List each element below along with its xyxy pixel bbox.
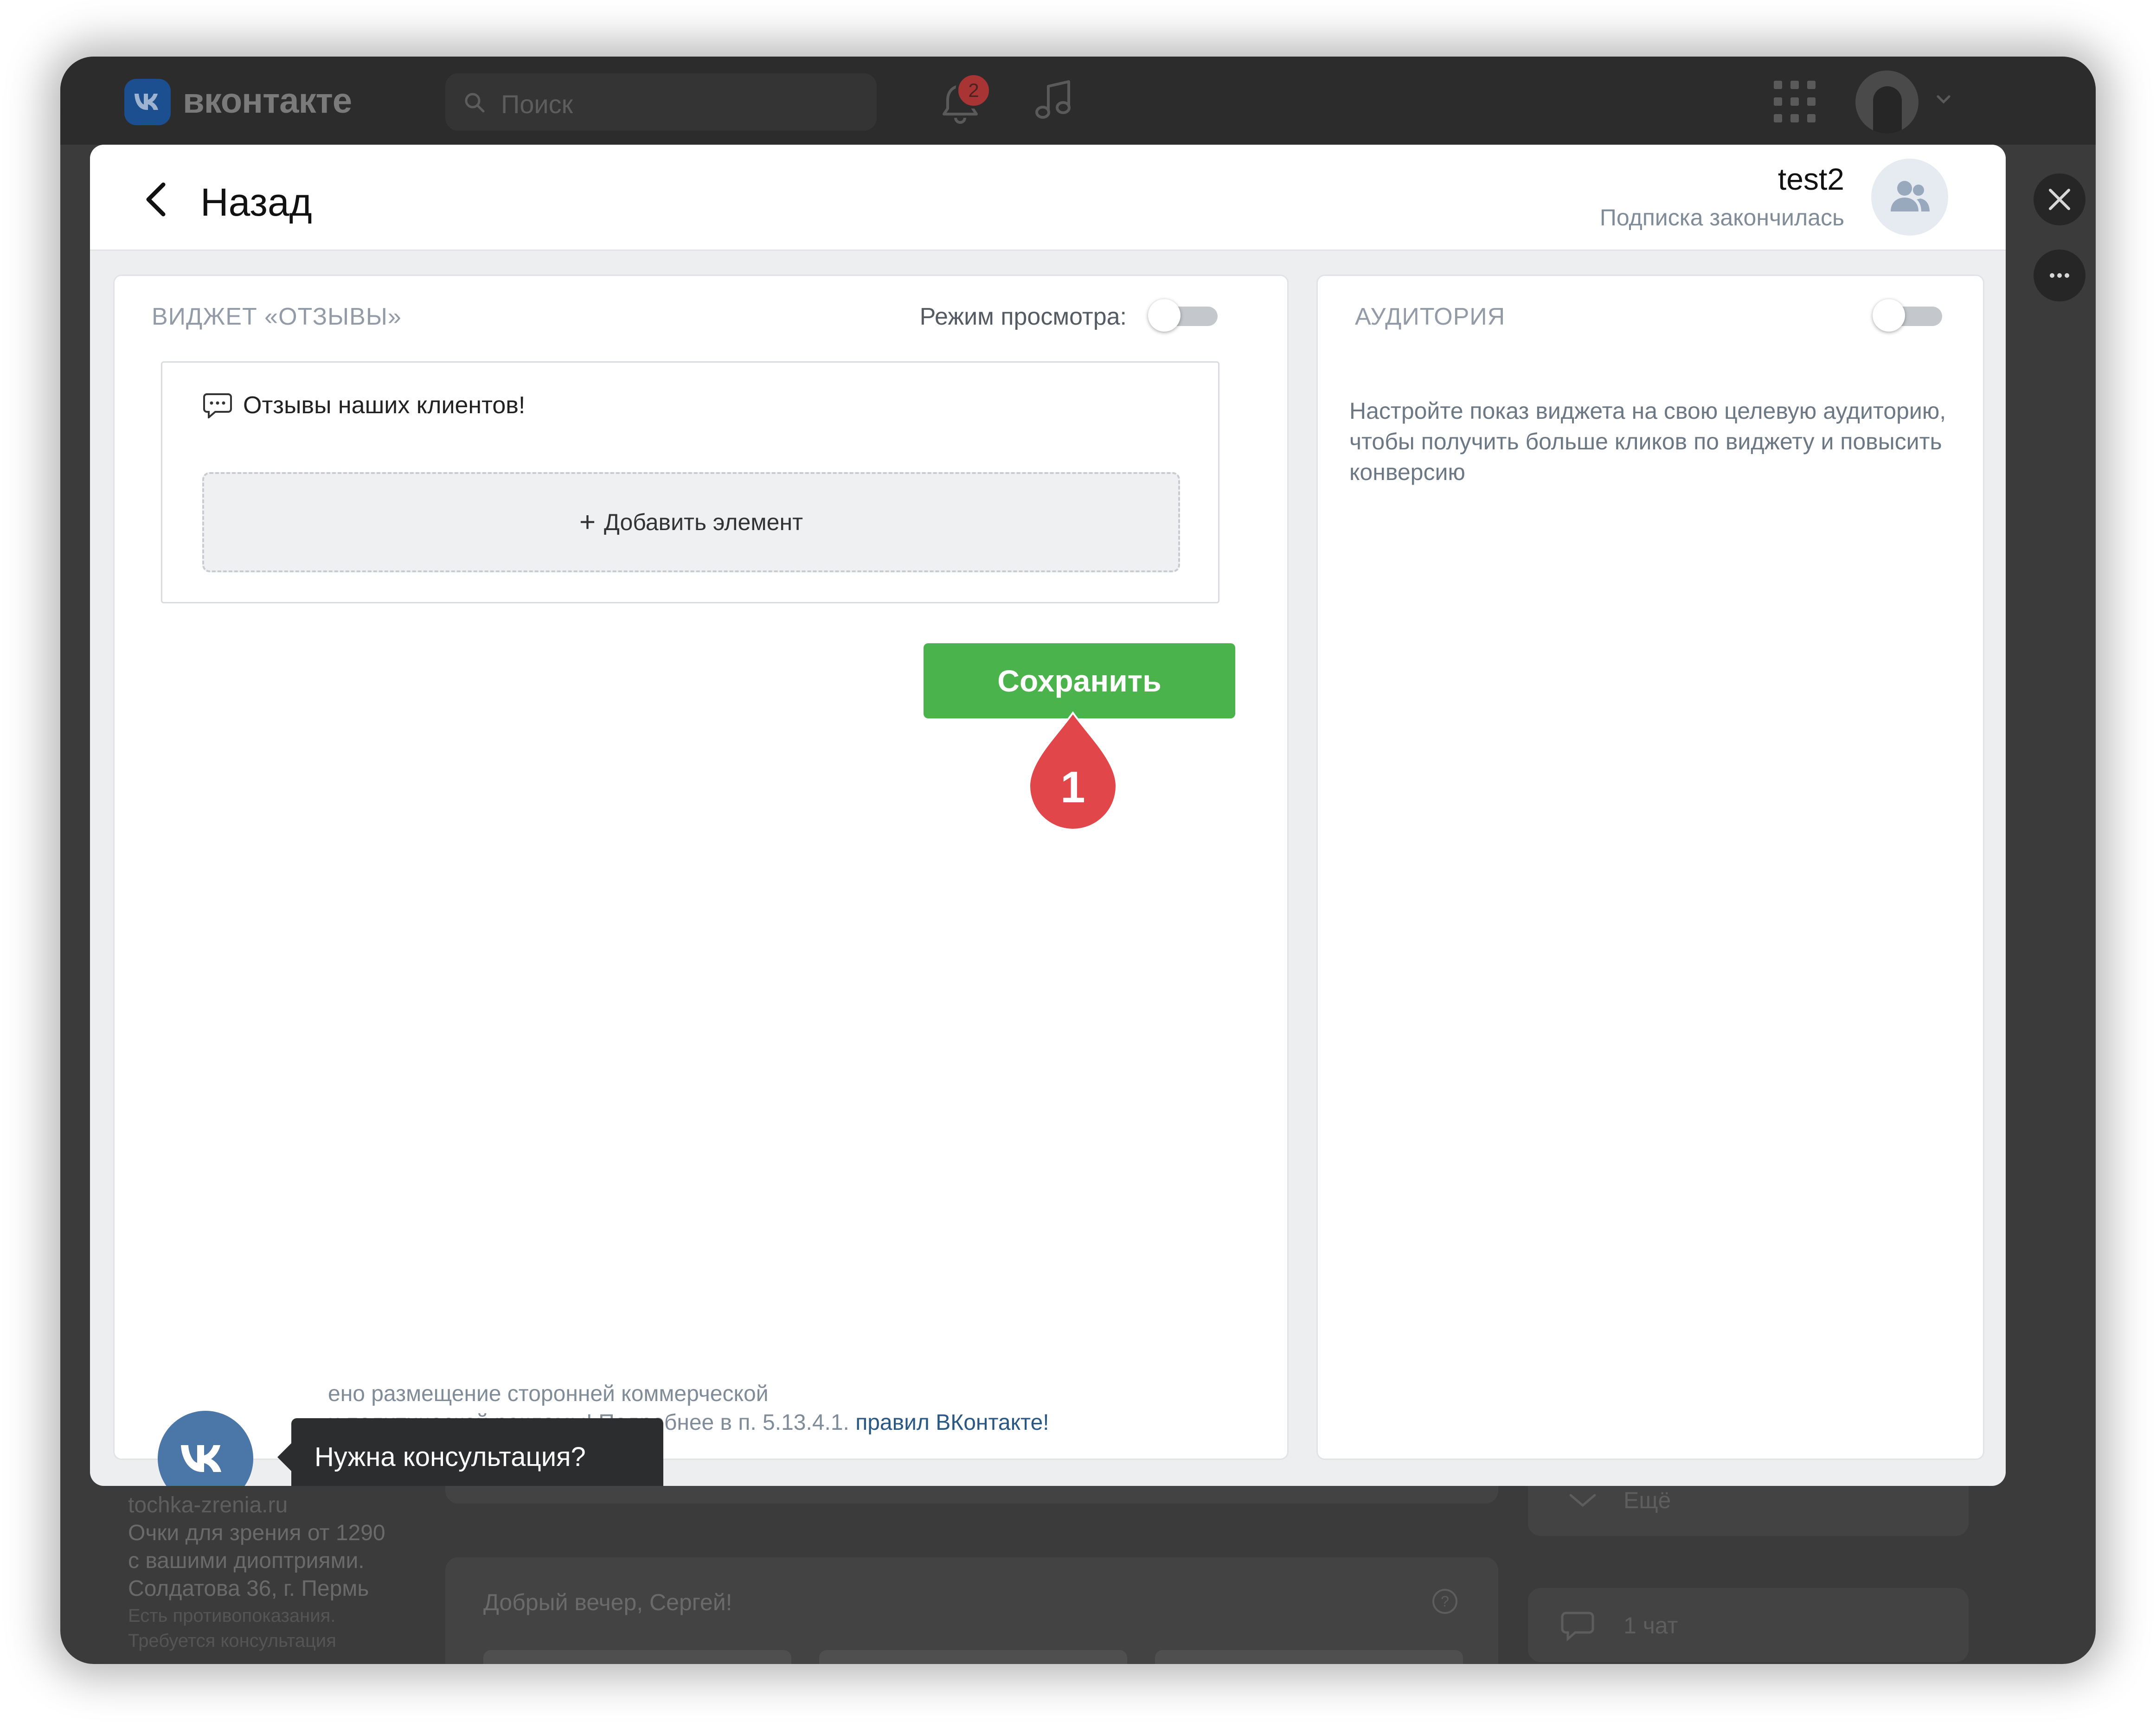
ads-note-line-1: ено размещение сторонней коммерческой bbox=[328, 1382, 769, 1406]
vk-mark-icon bbox=[135, 94, 158, 110]
consultation-tooltip[interactable]: Нужна консультация? bbox=[277, 1418, 663, 1486]
widget-panel: ВИДЖЕТ «ОТЗЫВЫ» Режим просмотра: Отзывы … bbox=[113, 275, 1289, 1460]
more-button[interactable] bbox=[2034, 250, 2085, 301]
help-icon[interactable]: ? bbox=[1431, 1588, 1458, 1615]
story-placeholder bbox=[819, 1650, 1127, 1664]
widget-heading-text: Отзывы наших клиентов! bbox=[243, 392, 526, 419]
consultation-tooltip-text: Нужна консультация? bbox=[314, 1442, 586, 1472]
svg-text:?: ? bbox=[1441, 1593, 1449, 1610]
search-placeholder: Поиск bbox=[501, 90, 573, 119]
community-name[interactable]: test2 bbox=[1778, 161, 1844, 197]
screen-frame: вконтакте Поиск 2 tochka-zrenia.ru Очки … bbox=[60, 57, 2096, 1664]
add-element-button[interactable]: + Добавить элемент bbox=[202, 472, 1180, 572]
plus-icon: + bbox=[579, 506, 596, 538]
brand-name[interactable]: вконтакте bbox=[183, 81, 352, 121]
chevron-down-icon bbox=[1569, 1494, 1596, 1507]
ad-disclaimer-2: Требуется консультация bbox=[128, 1631, 336, 1651]
step-number: 1 bbox=[1060, 762, 1085, 812]
close-icon bbox=[2049, 189, 2070, 210]
chevron-left-icon bbox=[146, 182, 166, 217]
apps-grid-icon[interactable] bbox=[1774, 81, 1816, 122]
subscription-status: Подписка закончилась bbox=[1599, 205, 1844, 230]
story-placeholder bbox=[1155, 1650, 1463, 1664]
ad-line-2: с вашими диоптриями. bbox=[128, 1549, 365, 1573]
users-icon bbox=[1891, 181, 1930, 211]
ad-disclaimer-1: Есть противопоказания. bbox=[128, 1606, 336, 1626]
back-button[interactable]: Назад bbox=[141, 173, 317, 224]
ad-line-1: Очки для зрения от 1290 bbox=[128, 1521, 385, 1545]
modal-header: Назад test2 Подписка закончилась bbox=[90, 145, 2006, 251]
story-placeholder bbox=[483, 1650, 791, 1664]
ad-domain[interactable]: tochka-zrenia.ru bbox=[128, 1492, 288, 1518]
chat-icon bbox=[1561, 1612, 1594, 1642]
preview-mode-label: Режим просмотра: bbox=[919, 303, 1127, 330]
audience-description: Настройте показ виджета на свою целевую … bbox=[1349, 398, 1946, 485]
widget-preview-card: Отзывы наших клиентов! + Добавить элемен… bbox=[161, 361, 1219, 603]
save-button[interactable]: Сохранить bbox=[924, 643, 1235, 718]
step-marker: 1 bbox=[1027, 710, 1119, 830]
avatar[interactable] bbox=[1855, 70, 1919, 134]
audience-panel: АУДИТОРИЯ Настройте показ виджета на сво… bbox=[1316, 275, 1984, 1460]
vk-topbar: вконтакте Поиск 2 bbox=[60, 57, 2096, 145]
more-label: Ещё bbox=[1623, 1487, 1671, 1513]
vk-logo-icon[interactable] bbox=[124, 79, 171, 125]
community-avatar[interactable] bbox=[1871, 159, 1948, 236]
audience-toggle[interactable] bbox=[1873, 299, 1942, 332]
chats-card[interactable]: 1 чат bbox=[1528, 1588, 1969, 1662]
search-input[interactable]: Поиск bbox=[445, 73, 877, 131]
vk-logo-icon bbox=[181, 1445, 221, 1472]
audience-panel-title: АУДИТОРИЯ bbox=[1355, 303, 1506, 330]
rules-link[interactable]: правил ВКонтакте! bbox=[855, 1410, 1049, 1435]
chats-label: 1 чат bbox=[1623, 1613, 1678, 1638]
ad-line-3: Солдатова 36, г. Пермь bbox=[128, 1576, 369, 1601]
search-icon bbox=[465, 93, 485, 113]
greeting-card: Добрый вечер, Сергей! ? bbox=[445, 1557, 1498, 1664]
chevron-down-icon[interactable] bbox=[1934, 90, 1953, 109]
back-label: Назад bbox=[200, 180, 312, 224]
add-element-label: Добавить элемент bbox=[604, 509, 803, 535]
close-button[interactable] bbox=[2034, 173, 2085, 225]
notifications-badge: 2 bbox=[956, 72, 992, 109]
greeting-text: Добрый вечер, Сергей! bbox=[483, 1589, 732, 1615]
preview-mode-toggle[interactable] bbox=[1148, 299, 1218, 332]
widget-editor-modal: Назад test2 Подписка закончилась ВИДЖЕТ … bbox=[90, 145, 2006, 1486]
widget-panel-title: ВИДЖЕТ «ОТЗЫВЫ» bbox=[152, 303, 402, 330]
music-icon[interactable] bbox=[1033, 77, 1074, 123]
more-icon bbox=[2050, 273, 2069, 278]
comment-icon bbox=[203, 393, 232, 418]
